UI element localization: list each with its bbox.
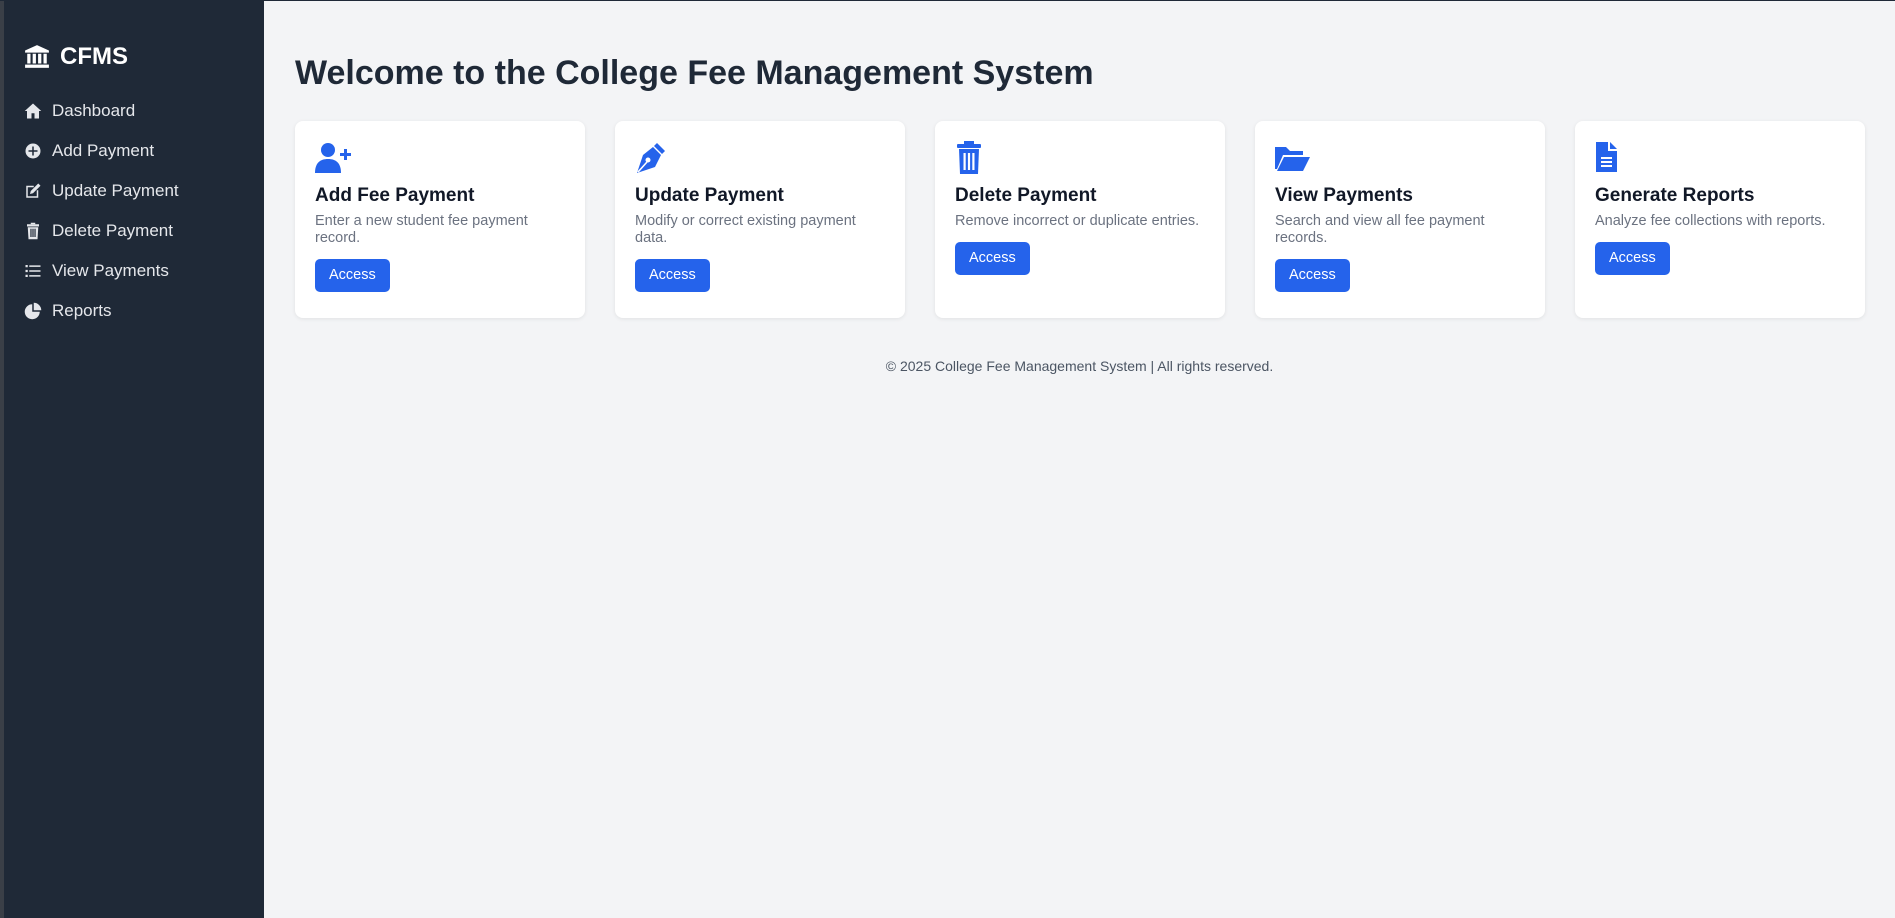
sidebar-item-dashboard[interactable]: Dashboard bbox=[4, 91, 264, 131]
sidebar-item-update-payment[interactable]: Update Payment bbox=[4, 171, 264, 211]
footer: © 2025 College Fee Management System | A… bbox=[885, 358, 1274, 374]
card-title: Update Payment bbox=[635, 185, 784, 206]
app-window: CFMS Dashboard Add Payment Update Paymen… bbox=[0, 0, 1895, 918]
folder-open-icon bbox=[1275, 147, 1310, 171]
card-title: Generate Reports bbox=[1595, 185, 1755, 206]
card-delete-payment: Delete Payment Remove incorrect or dupli… bbox=[935, 121, 1225, 318]
card-title: Add Fee Payment bbox=[315, 185, 475, 206]
sidebar-item-view-payments[interactable]: View Payments bbox=[4, 251, 264, 291]
sidebar-item-label: View Payments bbox=[52, 261, 169, 280]
home-icon bbox=[24, 103, 42, 119]
sidebar-nav: Dashboard Add Payment Update Payment Del… bbox=[4, 91, 264, 331]
plus-circle-icon bbox=[25, 143, 41, 159]
sidebar-item-delete-payment[interactable]: Delete Payment bbox=[4, 211, 264, 251]
page-title: Welcome to the College Fee Management Sy… bbox=[295, 54, 1094, 92]
sidebar-item-label: Add Payment bbox=[52, 141, 155, 160]
access-button[interactable]: Access bbox=[635, 259, 710, 292]
access-button[interactable]: Access bbox=[955, 242, 1030, 275]
card-title: Delete Payment bbox=[955, 185, 1097, 206]
sidebar-item-add-payment[interactable]: Add Payment bbox=[4, 131, 264, 171]
card-generate-reports: Generate Reports Analyze fee collections… bbox=[1575, 121, 1865, 318]
pie-chart-icon bbox=[24, 302, 42, 320]
edit-icon bbox=[26, 183, 41, 198]
access-button[interactable]: Access bbox=[1595, 242, 1670, 275]
brand-name: CFMS bbox=[60, 43, 128, 70]
card-grid: Add Fee Payment Enter a new student fee … bbox=[295, 121, 1865, 318]
card-description: Search and view all fee payment records. bbox=[1275, 213, 1485, 246]
card-description: Enter a new student fee payment record. bbox=[315, 213, 528, 246]
brand[interactable]: CFMS bbox=[4, 41, 264, 73]
trash-icon bbox=[27, 222, 39, 240]
access-button[interactable]: Access bbox=[315, 259, 390, 292]
card-description: Modify or correct existing payment data. bbox=[635, 213, 856, 246]
card-title: View Payments bbox=[1275, 185, 1414, 206]
sidebar-item-reports[interactable]: Reports bbox=[4, 291, 264, 331]
file-text-icon bbox=[1596, 142, 1617, 172]
access-button[interactable]: Access bbox=[1275, 259, 1350, 292]
sidebar-item-label: Delete Payment bbox=[52, 221, 173, 240]
bank-icon bbox=[25, 45, 49, 68]
pen-nib-icon bbox=[637, 143, 665, 173]
card-description: Remove incorrect or duplicate entries. bbox=[955, 213, 1200, 229]
sidebar-item-label: Update Payment bbox=[52, 181, 179, 200]
card-description: Analyze fee collections with reports. bbox=[1595, 213, 1826, 229]
main-content: Welcome to the College Fee Management Sy… bbox=[264, 1, 1895, 918]
trash-icon bbox=[957, 141, 981, 174]
sidebar: CFMS Dashboard Add Payment Update Paymen… bbox=[4, 1, 264, 918]
card-update-payment: Update Payment Modify or correct existin… bbox=[615, 121, 905, 318]
list-icon bbox=[25, 265, 41, 277]
sidebar-item-label: Dashboard bbox=[52, 101, 136, 120]
card-view-payments: View Payments Search and view all fee pa… bbox=[1255, 121, 1545, 318]
card-add-fee-payment: Add Fee Payment Enter a new student fee … bbox=[295, 121, 585, 318]
sidebar-item-label: Reports bbox=[52, 301, 112, 320]
user-plus-icon bbox=[315, 143, 351, 173]
